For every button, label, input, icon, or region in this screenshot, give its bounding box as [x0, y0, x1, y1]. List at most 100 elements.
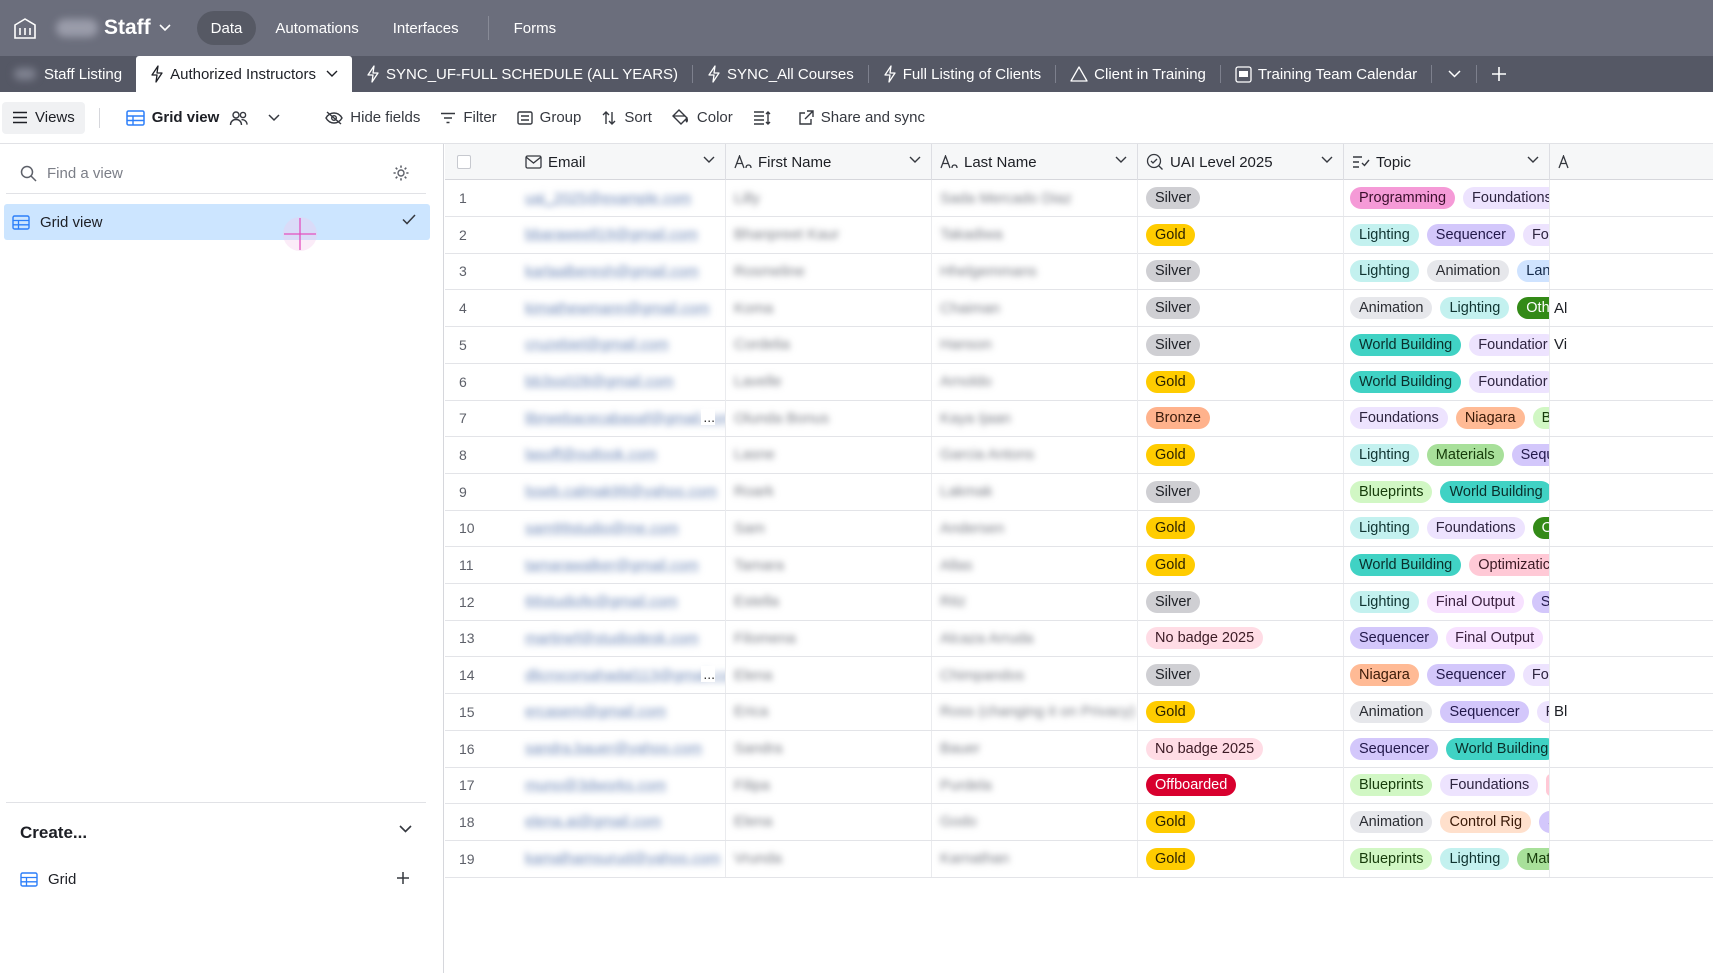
column-header-first-name[interactable]: First Name [726, 144, 932, 180]
topic-cell[interactable]: Lighting Final Output Se [1344, 583, 1550, 620]
color-button[interactable]: Color [662, 102, 743, 134]
topic-cell[interactable]: Lighting Sequencer Fou [1344, 216, 1550, 253]
table-row[interactable]: 2 bbaraweell19@gmail.com Bhanpreet Kaur Tak… [445, 216, 1713, 254]
first-name-cell[interactable]: Cordelia [726, 326, 932, 363]
email-cell[interactable]: uai_2025@example.com [517, 180, 726, 216]
first-name-cell[interactable]: Sandra [726, 730, 932, 767]
email-cell[interactable]: lsseb.calmak99@yahoo.com [517, 473, 726, 510]
email-cell[interactable]: librwebacecabasaf@gmail.com... [517, 400, 726, 437]
column-header-topic[interactable]: Topic [1344, 144, 1550, 180]
table-row[interactable]: 7 librwebacecabasaf@gmail.com... Olunda Bo… [445, 400, 1713, 438]
column-header-last-name[interactable]: Last Name [932, 144, 1138, 180]
more-tables-button[interactable] [1432, 56, 1476, 92]
column-header-uai-level-2025[interactable]: UAI Level 2025 [1138, 144, 1344, 180]
next-column-cell[interactable]: Bl [1550, 694, 1713, 730]
topic-cell[interactable]: Animation Lighting Oth [1344, 290, 1550, 327]
last-name-cell[interactable]: Bauer [932, 730, 1138, 767]
last-name-cell[interactable]: Alcaza Arruda [932, 620, 1138, 657]
topic-cell[interactable]: Lighting Animation Lan [1344, 253, 1550, 290]
topic-cell[interactable]: World Building Optimizatic [1344, 547, 1550, 583]
uai-level-cell[interactable]: Silver [1138, 253, 1344, 290]
first-name-cell[interactable]: Filipa [726, 767, 932, 804]
email-cell[interactable]: karlaalberesh@gmail.com [517, 253, 726, 290]
email-cell[interactable]: bb3ss028@gmail.com [517, 363, 726, 400]
topic-cell[interactable]: Lighting Foundations O [1344, 510, 1550, 547]
table-row[interactable]: 4 kimathewmann@gmail.com Koma Chaiman Silver… [445, 290, 1713, 328]
table-row[interactable]: 5 cruzebiel@gmail.com Cordelia Hanson Silver… [445, 326, 1713, 364]
table-row[interactable]: 17 muno@3dworks.com Filipa Purdela Offboarde… [445, 767, 1713, 805]
uai-level-cell[interactable]: Silver [1138, 290, 1344, 327]
email-cell[interactable]: dlicrocorsahadal113@gmail.com... [517, 657, 726, 694]
email-cell[interactable]: sandra.bauer@yahoo.com [517, 730, 726, 767]
nav-interfaces[interactable]: Interfaces [378, 11, 474, 45]
topic-cell[interactable]: Animation Sequencer F [1344, 693, 1550, 730]
views-button[interactable]: Views [2, 101, 85, 134]
last-name-cell[interactable]: Takadiwa [932, 216, 1138, 253]
topic-cell[interactable]: Niagara Sequencer Fou [1344, 657, 1550, 694]
nav-automations[interactable]: Automations [260, 11, 373, 45]
email-cell[interactable]: lasoff@outlook.com [517, 436, 726, 473]
next-column-cell[interactable]: Vi [1550, 327, 1713, 363]
create-title[interactable]: Create... [20, 823, 87, 843]
first-name-cell[interactable]: Elena [726, 803, 932, 840]
last-name-cell[interactable]: Hhelgemmans [932, 253, 1138, 290]
topic-cell[interactable]: World Building Foundatior [1344, 363, 1550, 400]
group-button[interactable]: Group [507, 102, 592, 134]
tab-client-in-training[interactable]: Client in Training [1056, 56, 1220, 92]
first-name-cell[interactable]: Lilly [726, 180, 932, 216]
uai-level-cell[interactable]: Offboarded [1138, 767, 1344, 804]
first-name-cell[interactable]: Erica [726, 693, 932, 730]
last-name-cell[interactable]: Allas [932, 547, 1138, 583]
first-name-cell[interactable]: Bhanpreet Kaur [726, 216, 932, 253]
last-name-cell[interactable]: Ritz [932, 583, 1138, 620]
tab-sync-uf-full-schedule[interactable]: SYNC_UF-FULL SCHEDULE (ALL YEARS) [352, 56, 692, 92]
uai-level-cell[interactable]: Silver [1138, 657, 1344, 694]
topic-cell[interactable]: Lighting Materials Sequ [1344, 436, 1550, 473]
uai-level-cell[interactable]: No badge 2025 [1138, 620, 1344, 657]
last-name-cell[interactable]: Sada Mercado Diaz [932, 180, 1138, 216]
table-row[interactable]: 9 lsseb.calmak99@yahoo.com Roark Lakmak Silv… [445, 473, 1713, 511]
topic-cell[interactable]: Blueprints Foundations [1344, 767, 1550, 804]
tab-training-team-calendar[interactable]: Training Team Calendar [1221, 56, 1431, 92]
tab-full-listing-of-clients[interactable]: Full Listing of Clients [869, 56, 1055, 92]
first-name-cell[interactable]: Koma [726, 290, 932, 327]
uai-level-cell[interactable]: Gold [1138, 436, 1344, 473]
gear-icon[interactable] [392, 164, 410, 182]
share-and-sync-button[interactable]: Share and sync [788, 102, 935, 134]
topic-cell[interactable]: Blueprints Lighting Mat [1344, 840, 1550, 877]
uai-level-cell[interactable]: Silver [1138, 180, 1344, 216]
topic-cell[interactable]: Sequencer Final Output [1344, 620, 1550, 657]
topic-cell[interactable]: Programming Foundations [1344, 180, 1550, 216]
email-cell[interactable]: kimathewmann@gmail.com [517, 290, 726, 327]
table-row[interactable]: 14 dlicrocorsahadal113@gmail.com... Elena C… [445, 657, 1713, 695]
last-name-cell[interactable]: Andersen [932, 510, 1138, 547]
base-switcher[interactable]: Staff [50, 0, 171, 56]
select-all-checkbox[interactable] [457, 155, 471, 169]
table-row[interactable]: 8 lasoff@outlook.com Lasne Garcia Antons Gol… [445, 436, 1713, 474]
uai-level-cell[interactable]: Bronze [1138, 400, 1344, 437]
first-name-cell[interactable]: Elena [726, 657, 932, 694]
uai-level-cell[interactable]: Gold [1138, 363, 1344, 400]
topic-cell[interactable]: Foundations Niagara Bl [1344, 400, 1550, 437]
tab-sync-all-courses[interactable]: SYNC_All Courses [693, 56, 868, 92]
first-name-cell[interactable]: Lavelle [726, 363, 932, 400]
nav-forms[interactable]: Forms [499, 11, 572, 45]
uai-level-cell[interactable]: Gold [1138, 803, 1344, 840]
uai-level-cell[interactable]: Silver [1138, 473, 1344, 510]
last-name-cell[interactable]: Lakmak [932, 473, 1138, 510]
chevron-down-icon[interactable] [399, 825, 412, 833]
email-cell[interactable]: sam99studio@me.com [517, 510, 726, 547]
tab-staff-listing[interactable]: Staff Listing [0, 56, 136, 92]
last-name-cell[interactable]: Arnoldo [932, 363, 1138, 400]
first-name-cell[interactable]: Rosmeline [726, 253, 932, 290]
email-cell[interactable]: martinef@studiodesk.com [517, 620, 726, 657]
last-name-cell[interactable]: Chimpandos [932, 657, 1138, 694]
first-name-cell[interactable]: Olunda Bonus [726, 400, 932, 437]
find-view-input[interactable] [47, 165, 367, 182]
email-cell[interactable]: kamalhamsurud@yahoo.com [517, 840, 726, 877]
first-name-cell[interactable]: Estella [726, 583, 932, 620]
table-row[interactable]: 11 tamarawalker@gmail.com Tamara Allas Gold W… [445, 547, 1713, 584]
last-name-cell[interactable]: Purdela [932, 767, 1138, 804]
row-height-button[interactable] [743, 102, 788, 134]
uai-level-cell[interactable]: Gold [1138, 510, 1344, 547]
